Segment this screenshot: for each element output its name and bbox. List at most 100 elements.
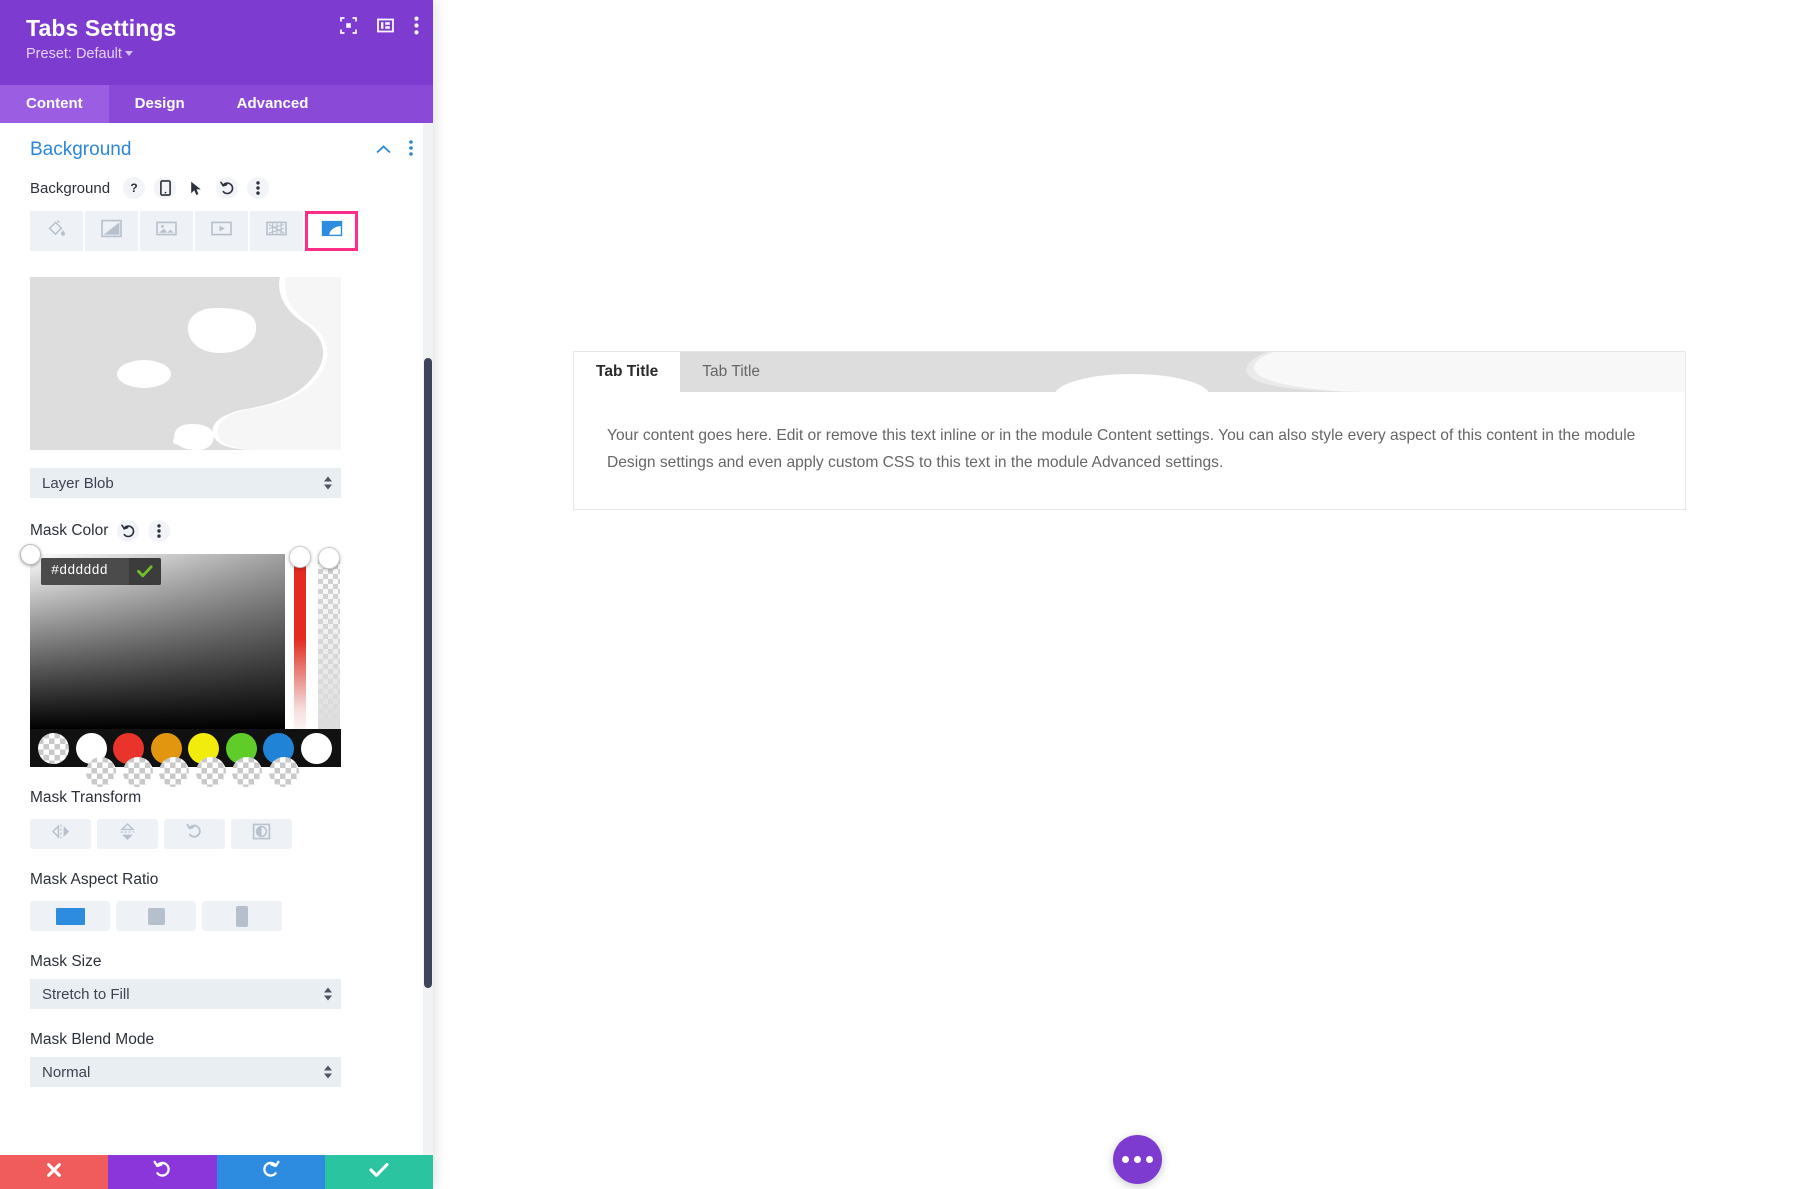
checkmark-icon[interactable]	[129, 558, 161, 585]
mask-transform-label: Mask Transform	[30, 789, 142, 806]
cancel-button[interactable]	[0, 1155, 109, 1189]
panel-scrollbar-thumb[interactable]	[424, 358, 432, 988]
mask-aspect-ratio-label: Mask Aspect Ratio	[30, 871, 159, 888]
background-type-video[interactable]	[195, 211, 248, 251]
tab-title-1[interactable]: Tab Title	[574, 352, 681, 392]
square-rect-icon	[147, 907, 165, 925]
close-x-icon	[46, 1162, 62, 1183]
panel-header-actions	[340, 16, 419, 40]
swatch-empty-6[interactable]	[268, 757, 299, 787]
rotate-button[interactable]	[164, 819, 225, 849]
page-settings-fab[interactable]	[1113, 1135, 1162, 1184]
tab-title-2[interactable]: Tab Title	[680, 352, 782, 392]
rotate-icon	[186, 823, 203, 845]
undo-reset-icon[interactable]	[216, 177, 239, 199]
hue-slider-fill	[294, 564, 306, 729]
swatch-empty-3[interactable]	[159, 757, 189, 787]
paint-bucket-icon	[47, 219, 66, 243]
panel-header: Tabs Settings Preset: Default	[0, 0, 433, 85]
background-field-label-row: Background ?	[0, 177, 433, 199]
mask-blend-mode-label: Mask Blend Mode	[30, 1031, 155, 1048]
select-arrows-icon	[324, 476, 332, 490]
background-type-gradient[interactable]	[85, 211, 138, 251]
aspect-landscape-button[interactable]	[30, 901, 110, 931]
flip-vertical-icon	[120, 822, 135, 847]
invert-button[interactable]	[231, 819, 292, 849]
mask-color-label-row: Mask Color	[30, 520, 433, 542]
hex-input-group[interactable]: #dddddd	[41, 558, 161, 585]
swatch-empty-4[interactable]	[195, 757, 226, 787]
mask-transform-buttons	[30, 819, 433, 849]
landscape-rect-icon	[55, 907, 85, 925]
cursor-arrow-icon[interactable]	[185, 177, 207, 199]
question-mark-icon[interactable]: ?	[123, 177, 146, 199]
kebab-menu-icon[interactable]	[247, 177, 270, 199]
chevron-down-icon	[124, 51, 133, 56]
background-type-buttons	[30, 211, 358, 251]
undo-icon	[153, 1160, 172, 1184]
background-type-image[interactable]	[140, 211, 193, 251]
alpha-slider-handle[interactable]	[318, 547, 340, 569]
swatch-empty-5[interactable]	[232, 757, 262, 787]
picker-handle[interactable]	[20, 544, 41, 565]
color-picker[interactable]: #dddddd	[20, 544, 341, 729]
tabs-module: Tab Title Tab Title Your content goes he…	[573, 351, 1686, 510]
tabs-nav-list: Tab Title Tab Title	[574, 352, 1685, 392]
mask-size-label: Mask Size	[30, 953, 102, 970]
builder-canvas: Tab Title Tab Title Your content goes he…	[0, 0, 1800, 1189]
panel-footer-actions	[0, 1155, 433, 1189]
kebab-menu-icon[interactable]	[409, 139, 413, 161]
tab-advanced[interactable]: Advanced	[211, 85, 335, 123]
swatch-white-2[interactable]	[300, 732, 332, 764]
chevron-up-icon[interactable]	[376, 141, 391, 159]
background-type-mask[interactable]	[305, 211, 358, 251]
kebab-menu-icon[interactable]	[414, 16, 419, 40]
video-icon	[211, 219, 232, 243]
portrait-rect-icon	[236, 905, 248, 927]
select-arrows-icon	[324, 987, 332, 1001]
mask-size-select[interactable]: Stretch to Fill	[30, 979, 341, 1009]
mobile-icon[interactable]	[154, 177, 177, 199]
mask-preview	[30, 277, 341, 450]
mask-style-select[interactable]: Layer Blob	[30, 468, 341, 498]
background-field-label: Background	[30, 179, 111, 197]
hex-input[interactable]: #dddddd	[41, 558, 129, 585]
flip-vertical-button[interactable]	[97, 819, 158, 849]
hue-slider-handle[interactable]	[289, 546, 311, 568]
swatch-empty-2[interactable]	[122, 757, 153, 787]
aspect-square-button[interactable]	[116, 901, 196, 931]
aspect-portrait-button[interactable]	[202, 901, 282, 931]
panel-tab-strip: Content Design Advanced	[0, 85, 433, 123]
ellipsis-icon	[1122, 1156, 1129, 1163]
tabs-content-panel: Your content goes here. Edit or remove t…	[574, 392, 1685, 509]
invert-icon	[252, 823, 271, 845]
swatch-empty-1[interactable]	[86, 757, 116, 787]
pattern-icon	[266, 219, 287, 243]
swatch-transparent[interactable]	[38, 732, 69, 764]
preset-selector[interactable]: Preset: Default	[26, 45, 415, 63]
mask-icon	[321, 219, 343, 243]
undo-button[interactable]	[108, 1155, 217, 1189]
focus-icon[interactable]	[340, 17, 357, 39]
redo-button[interactable]	[216, 1155, 325, 1189]
preset-label: Preset: Default	[26, 46, 122, 62]
background-type-pattern[interactable]	[250, 211, 303, 251]
checkmark-icon	[369, 1162, 389, 1183]
kebab-menu-icon[interactable]	[148, 520, 171, 542]
undo-reset-icon[interactable]	[117, 520, 140, 542]
flip-horizontal-icon	[51, 824, 71, 844]
tab-content[interactable]: Content	[0, 85, 109, 123]
background-type-color[interactable]	[30, 211, 83, 251]
mask-aspect-ratio-buttons	[30, 901, 433, 931]
save-button[interactable]	[324, 1155, 433, 1189]
panel-scrollbar-track[interactable]	[423, 123, 433, 1155]
tab-design[interactable]: Design	[109, 85, 211, 123]
mask-blend-mode-select[interactable]: Normal	[30, 1057, 341, 1087]
mask-style-value: Layer Blob	[42, 474, 114, 492]
mask-blend-mode-value: Normal	[42, 1063, 91, 1081]
svg-text:?: ?	[130, 181, 137, 195]
section-title: Background	[30, 139, 132, 160]
flip-horizontal-button[interactable]	[30, 819, 91, 849]
layout-panel-icon[interactable]	[377, 17, 394, 39]
tabs-nav: Tab Title Tab Title	[574, 352, 1685, 392]
